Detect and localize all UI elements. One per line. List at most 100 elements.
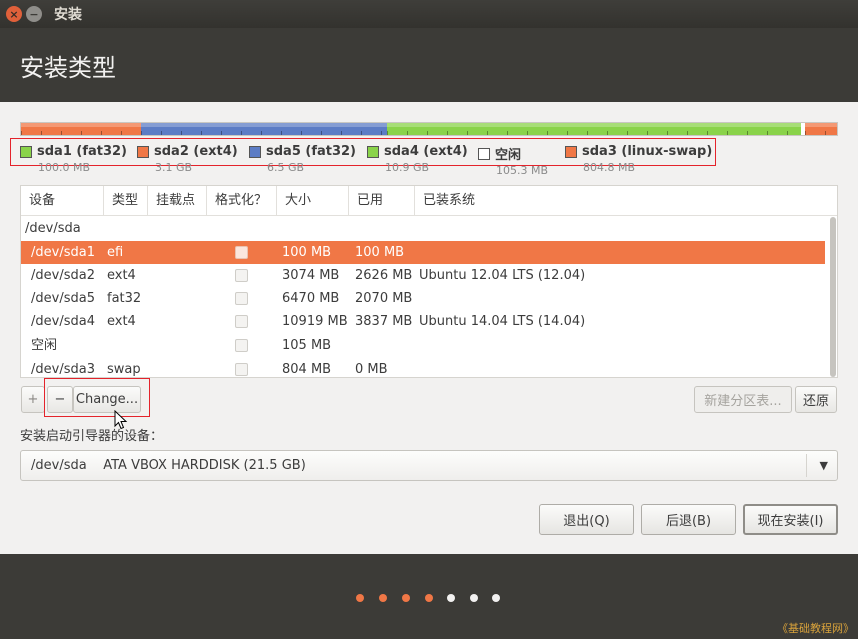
legend-size: 804.8 MB [583, 161, 636, 174]
bootloader-label: 安装启动引导器的设备： [20, 429, 164, 444]
legend-size: 3.1 GB [155, 161, 193, 174]
legend-swatch [565, 145, 577, 158]
cell-used: 2070 MB [355, 291, 413, 306]
format-checkbox[interactable] [235, 363, 248, 376]
legend-size: 105.3 MB [496, 164, 549, 177]
progress-dot [356, 594, 364, 602]
legend-size: 100.0 MB [38, 161, 91, 174]
column-header-device[interactable]: 设备 [21, 186, 104, 216]
cell-type: efi [107, 245, 124, 260]
bootloader-device-select[interactable]: /dev/sda ATA VBOX HARDDISK (21.5 GB) ▼ [20, 450, 838, 481]
page-title: 安装类型 [20, 53, 116, 82]
legend-item-free: 空闲 [478, 144, 521, 163]
highlight-box [44, 378, 150, 417]
table-row-group[interactable]: /dev/sda [21, 217, 825, 240]
select-divider [806, 454, 807, 477]
cell-device: /dev/sda2 [31, 268, 95, 283]
cell-used: 0 MB [355, 362, 388, 377]
table-row[interactable]: /dev/sda4 ext4 10919 MB 3837 MB Ubuntu 1… [21, 310, 825, 333]
main-content: sda1 (fat32) sda2 (ext4) sda5 (fat32) sd… [0, 102, 858, 554]
cell-type: ext4 [107, 268, 136, 283]
table-row[interactable]: /dev/sda3 swap 804 MB 0 MB [21, 358, 825, 377]
format-checkbox[interactable] [235, 246, 248, 259]
cell-used: 2626 MB [355, 268, 413, 283]
window-title: 安装 [54, 7, 82, 23]
progress-dot [492, 594, 500, 602]
revert-button[interactable]: 还原 [795, 386, 837, 413]
cell-device: /dev/sda1 [31, 245, 95, 260]
cell-system: Ubuntu 14.04 LTS (14.04) [419, 314, 586, 329]
progress-dot [447, 594, 455, 602]
legend-item-sda2: sda2 (ext4) [137, 144, 238, 159]
legend-item-sda3: sda3 (linux-swap) [565, 144, 712, 159]
cell-size: 6470 MB [282, 291, 340, 306]
column-header-mount[interactable]: 挂载点 [148, 186, 207, 216]
quit-button[interactable]: 退出(Q) [539, 504, 634, 535]
device-group-label: /dev/sda [25, 221, 81, 236]
column-header-size[interactable]: 大小 [277, 186, 349, 216]
legend-swatch [20, 145, 32, 158]
legend-size: 6.5 GB [267, 161, 305, 174]
table-row[interactable]: 空闲 105 MB [21, 334, 825, 357]
column-header-system[interactable]: 已装系统 [415, 186, 837, 216]
format-checkbox[interactable] [235, 315, 248, 328]
legend-label: sda3 (linux-swap) [582, 144, 713, 159]
cell-used: 100 MB [355, 245, 405, 260]
table-row[interactable]: /dev/sda5 fat32 6470 MB 2070 MB [21, 287, 825, 310]
cell-device: /dev/sda5 [31, 291, 95, 306]
cell-device: 空闲 [31, 338, 58, 353]
partition-bar-segment-sda5 [141, 123, 387, 135]
format-checkbox[interactable] [235, 269, 248, 282]
partition-bar-segment-sda4 [387, 123, 801, 135]
window-titlebar: × − 安装 [0, 0, 858, 28]
cell-size: 105 MB [282, 338, 332, 353]
legend-item-sda5: sda5 (fat32) [249, 144, 356, 159]
column-header-used[interactable]: 已用 [349, 186, 415, 216]
watermark: 《基础教程网》 [777, 622, 854, 635]
legend-label: sda4 (ext4) [384, 144, 468, 159]
close-icon[interactable]: × [6, 6, 22, 22]
cell-size: 3074 MB [282, 268, 340, 283]
progress-dot [425, 594, 433, 602]
legend-label: sda5 (fat32) [266, 144, 357, 159]
add-partition-button[interactable]: + [21, 386, 45, 413]
legend-swatch [137, 145, 149, 158]
cell-size: 100 MB [282, 245, 332, 260]
partition-bar [20, 122, 838, 136]
progress-dot [402, 594, 410, 602]
column-header-format[interactable]: 格式化？ [207, 186, 277, 216]
legend-label: 空闲 [495, 148, 522, 163]
legend-swatch [478, 147, 490, 160]
cell-device: /dev/sda3 [31, 362, 95, 377]
cell-type: swap [107, 362, 141, 377]
column-header-type[interactable]: 类型 [104, 186, 148, 216]
cell-size: 10919 MB [282, 314, 348, 329]
table-scrollbar[interactable] [830, 217, 836, 377]
page-header: 安装类型 [0, 28, 858, 102]
bootloader-device-value: /dev/sda ATA VBOX HARDDISK (21.5 GB) [31, 458, 306, 473]
format-checkbox[interactable] [235, 339, 248, 352]
install-now-button[interactable]: 现在安装(I) [743, 504, 838, 535]
cell-type: fat32 [107, 291, 142, 306]
table-row[interactable]: /dev/sda2 ext4 3074 MB 2626 MB Ubuntu 12… [21, 264, 825, 287]
legend-size: 10.9 GB [385, 161, 430, 174]
chevron-down-icon: ▼ [819, 459, 828, 472]
cell-device: /dev/sda4 [31, 314, 95, 329]
legend-swatch [367, 145, 379, 158]
mouse-cursor-icon [114, 410, 128, 430]
minimize-icon[interactable]: − [26, 6, 42, 22]
format-checkbox[interactable] [235, 292, 248, 305]
partition-table: 设备 类型 挂载点 格式化？ 大小 已用 已装系统 /dev/sda /dev/… [20, 185, 838, 378]
footer: 《基础教程网》 [0, 554, 858, 639]
cell-used: 3837 MB [355, 314, 413, 329]
legend-label: sda2 (ext4) [154, 144, 238, 159]
back-button[interactable]: 后退(B) [641, 504, 736, 535]
legend-swatch [249, 145, 261, 158]
cell-type: ext4 [107, 314, 136, 329]
table-row[interactable]: /dev/sda1 efi 100 MB 100 MB [21, 241, 825, 264]
legend-label: sda1 (fat32) [37, 144, 128, 159]
legend-item-sda4: sda4 (ext4) [367, 144, 468, 159]
new-partition-table-button[interactable]: 新建分区表... [694, 386, 792, 413]
progress-dot [379, 594, 387, 602]
partition-bar-segment-sda3 [805, 123, 837, 135]
